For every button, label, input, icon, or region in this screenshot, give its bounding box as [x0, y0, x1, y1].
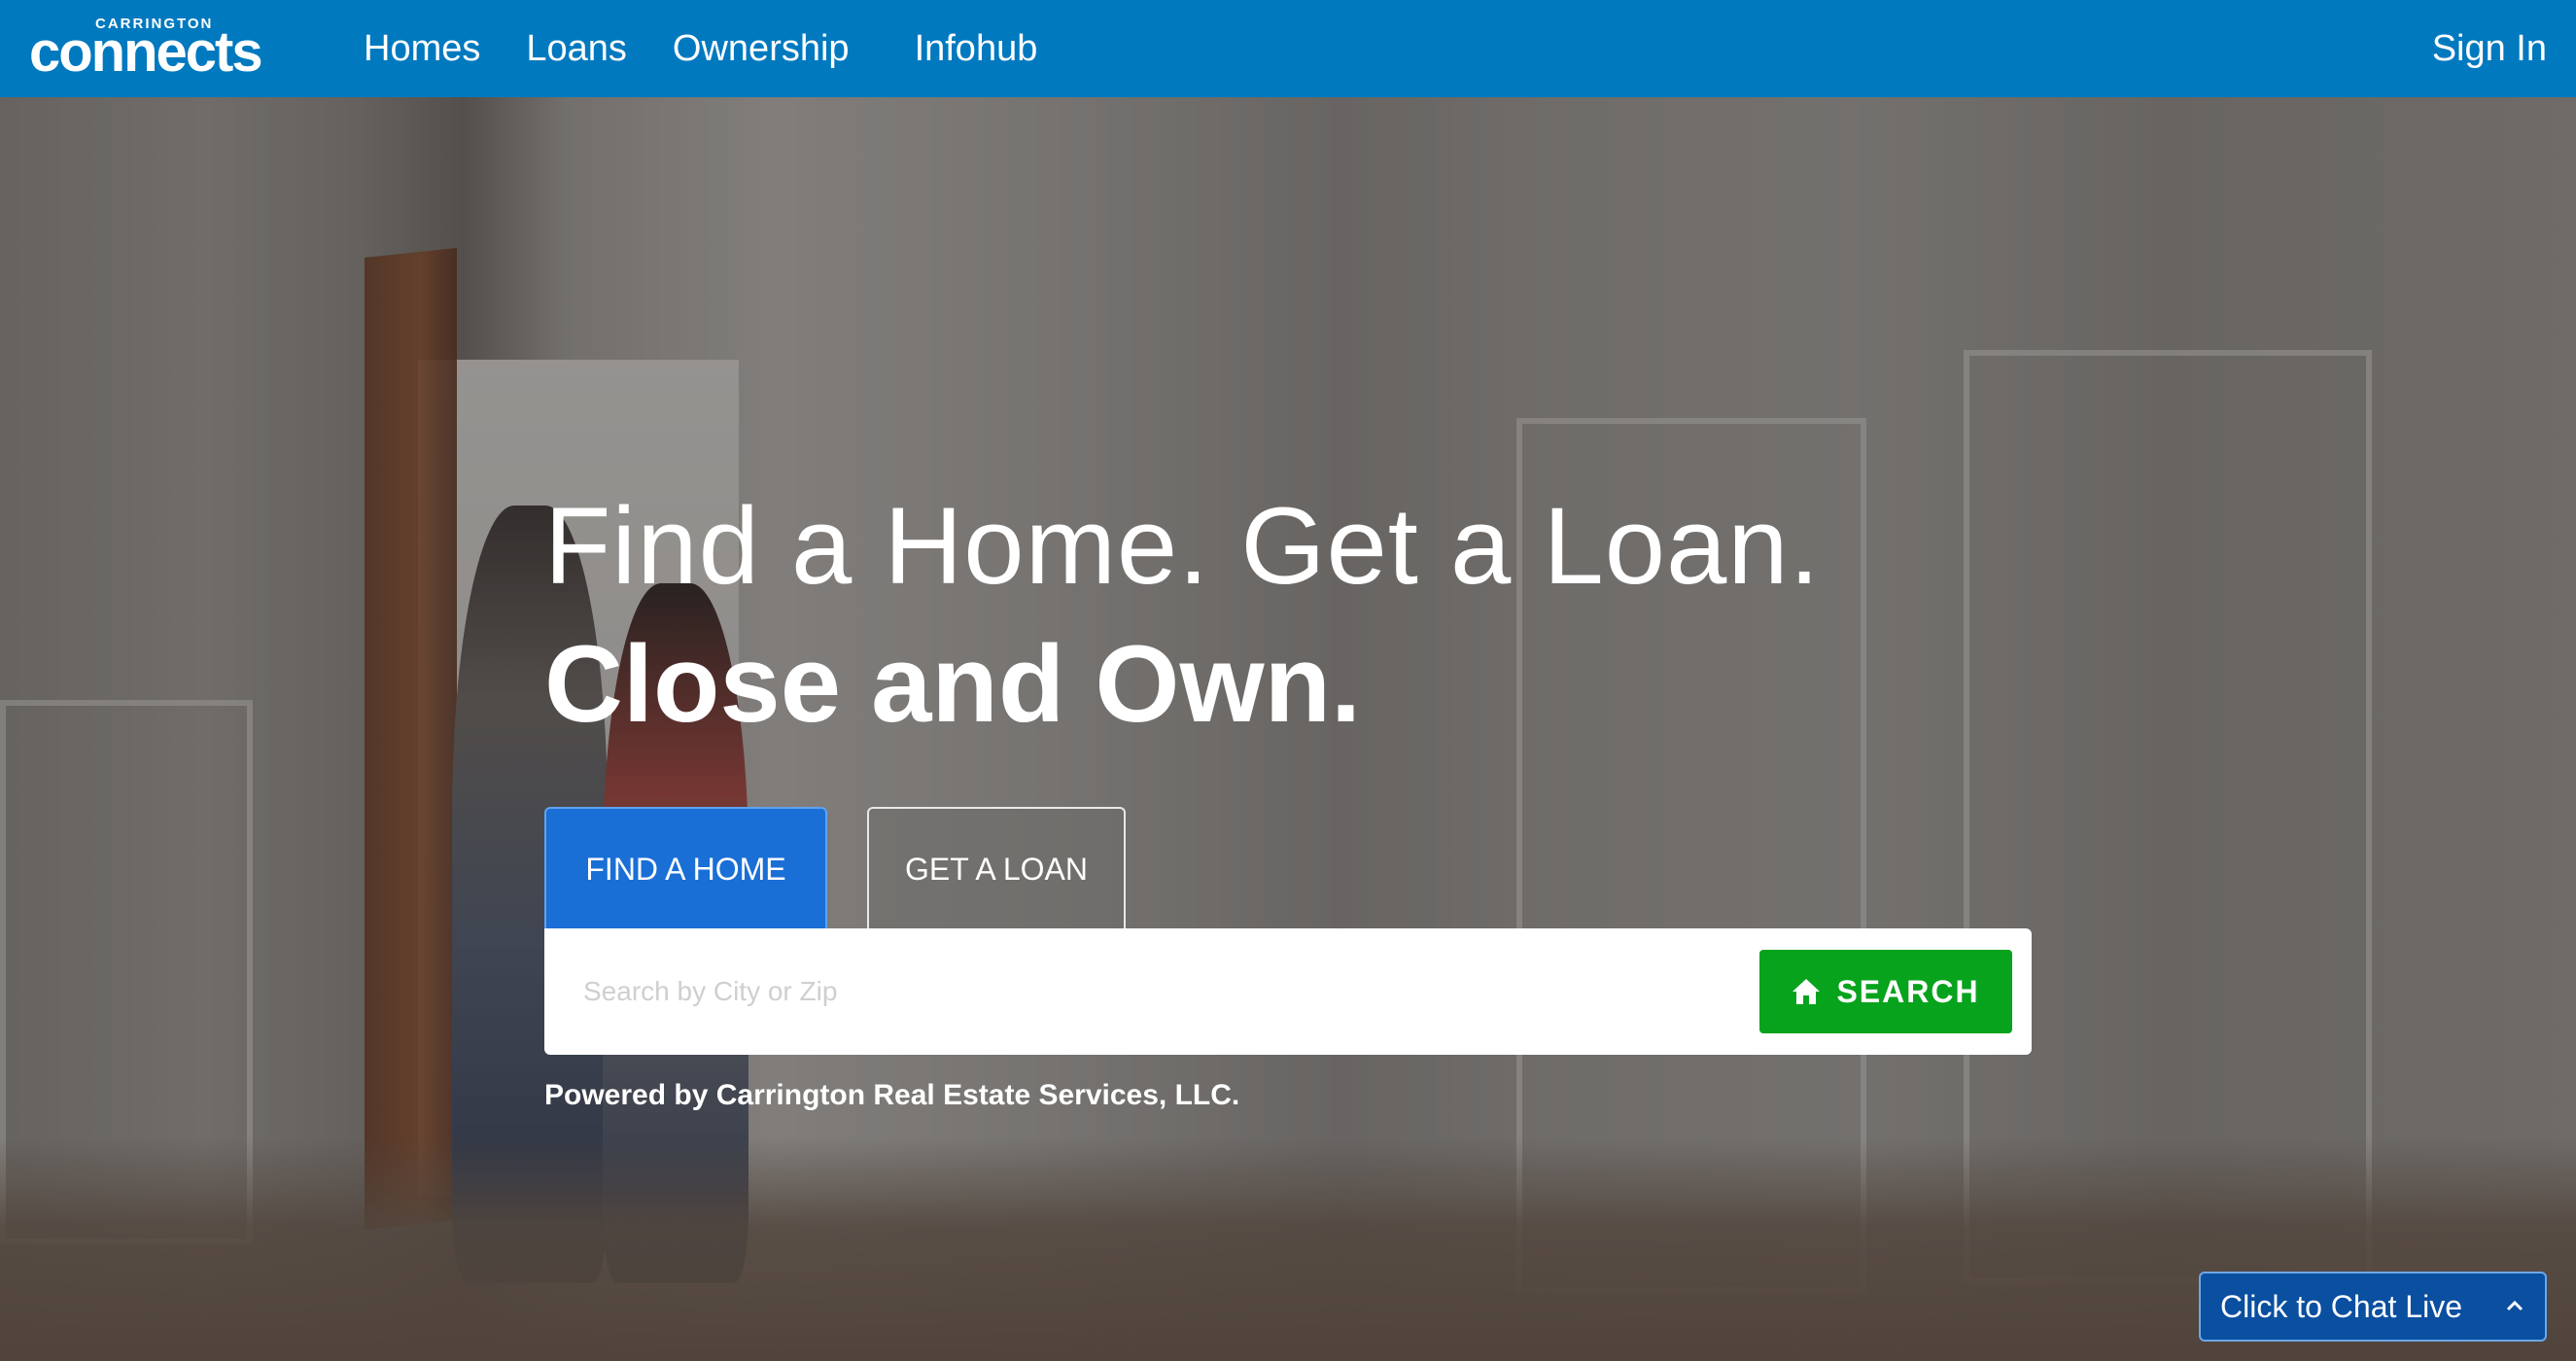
search-panel: SEARCH: [544, 928, 2032, 1055]
nav-infohub[interactable]: Infohub: [915, 28, 1038, 70]
nav-ownership[interactable]: Ownership: [673, 28, 850, 70]
powered-by-text: Powered by Carrington Real Estate Servic…: [544, 1079, 1240, 1111]
logo-main-text: connects: [29, 20, 263, 84]
search-button-label: SEARCH: [1836, 973, 1980, 1009]
home-icon: [1793, 979, 1821, 1004]
hero-headline-line-1: Find a Home. Get a Loan.: [544, 485, 1821, 607]
chevron-up-icon[interactable]: [2504, 1295, 2525, 1316]
tab-get-a-loan[interactable]: GET A LOAN: [867, 807, 1126, 930]
chat-live-label: Click to Chat Live: [2220, 1288, 2462, 1324]
nav-homes[interactable]: Homes: [364, 28, 480, 70]
city-zip-search-input[interactable]: [583, 958, 1750, 1026]
sign-in-link[interactable]: Sign In: [2432, 0, 2547, 97]
tab-find-a-home[interactable]: FIND A HOME: [544, 807, 827, 930]
carrington-connects-logo[interactable]: CARRINGTON connects: [29, 16, 272, 81]
hero-headline-line-2: Close and Own.: [544, 623, 1362, 745]
top-navigation-bar: CARRINGTON connects Homes Loans Ownershi…: [0, 0, 2576, 97]
chat-live-widget[interactable]: Click to Chat Live: [2199, 1272, 2547, 1342]
search-button[interactable]: SEARCH: [1759, 950, 2012, 1033]
nav-loans[interactable]: Loans: [526, 28, 627, 70]
main-nav: Homes Loans Ownership Infohub: [364, 0, 1083, 97]
